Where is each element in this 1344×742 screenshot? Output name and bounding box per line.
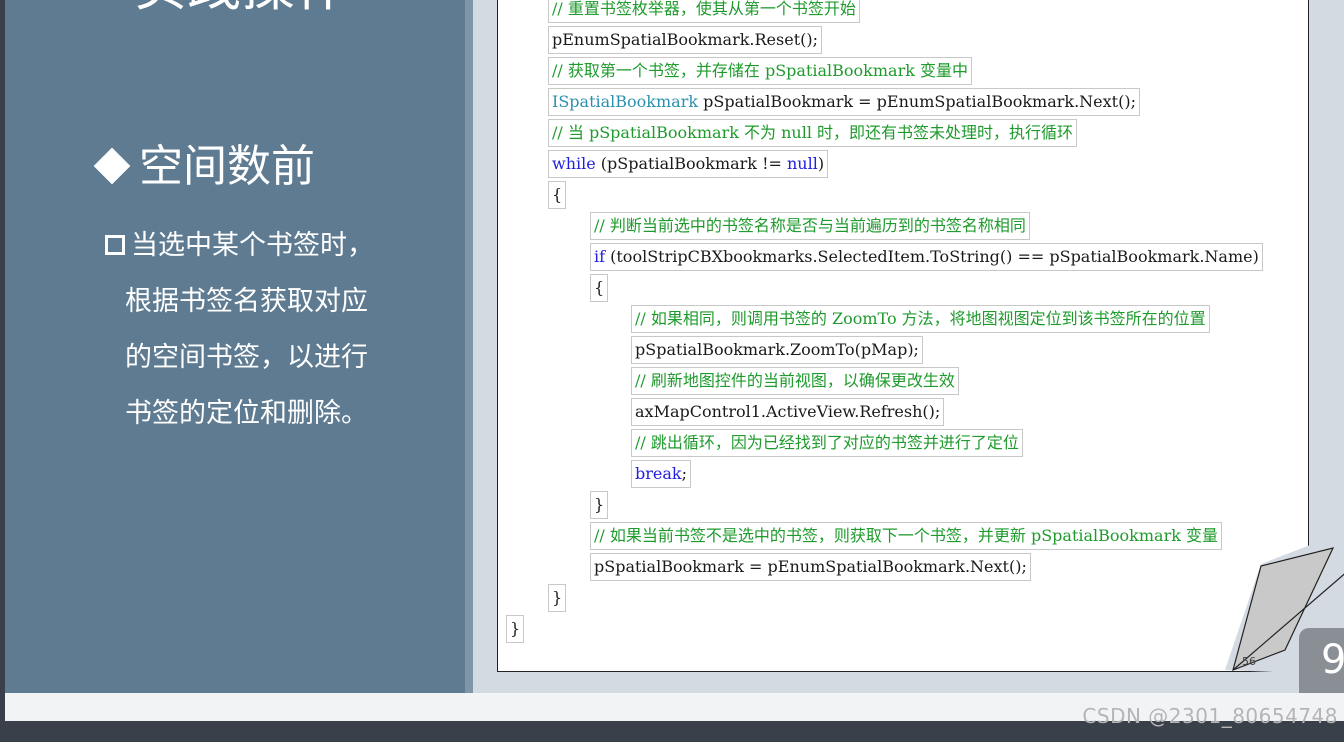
code-line-12: pSpatialBookmark.ZoomTo(pMap); — [631, 336, 923, 364]
code-line-2: pEnumSpatialBookmark.Reset(); — [548, 26, 823, 54]
code-line-7: { — [548, 181, 567, 209]
code-line-5: // 当 pSpatialBookmark 不为 null 时，即还有书签未处理… — [548, 119, 1078, 147]
section-heading-text: 空间数前 — [139, 141, 315, 192]
code-line-10: { — [590, 274, 609, 302]
code-line-14: axMapControl1.ActiveView.Refresh(); — [631, 398, 945, 426]
code-line-16: break; — [631, 460, 691, 488]
panel-edge — [465, 0, 473, 693]
body-line-4: 书签的定位和删除。 — [125, 398, 368, 429]
diamond-bullet-icon — [93, 147, 131, 185]
watermark: CSDN @2301_80654748 — [1082, 704, 1338, 728]
code-line-11: // 如果相同，则调用书签的 ZoomTo 方法，将地图视图定位到该书签所在的位… — [631, 305, 1210, 333]
section-heading: 空间数前 — [87, 140, 315, 194]
slide-number-badge: 9 — [1299, 628, 1344, 698]
code-line-3: // 获取第一个书签，并存储在 pSpatialBookmark 变量中 — [548, 57, 973, 85]
code-line-18: // 如果当前书签不是选中的书签，则获取下一个书签，并更新 pSpatialBo… — [590, 522, 1223, 550]
left-panel: 实践操作 空间数前 当选中某个书签时， 根据书签名获取对应 的空间书签，以进行 … — [5, 0, 465, 693]
code-line-15: // 跳出循环，因为已经找到了对应的书签并进行了定位 — [631, 429, 1023, 457]
code-page: // 重置书签枚举器，使其从第一个书签开始 pEnumSpatialBookma… — [497, 0, 1309, 672]
slide-title: 实践操作 — [133, 0, 349, 14]
code-block: // 重置书签枚举器，使其从第一个书签开始 pEnumSpatialBookma… — [498, 0, 1308, 671]
code-line-1: // 重置书签枚举器，使其从第一个书签开始 — [548, 0, 860, 23]
code-line-13: // 刷新地图控件的当前视图，以确保更改生效 — [631, 367, 959, 395]
body-line-2: 根据书签名获取对应 — [125, 286, 368, 317]
slide: 实践操作 空间数前 当选中某个书签时， 根据书签名获取对应 的空间书签，以进行 … — [5, 0, 1344, 693]
body-line-1: 当选中某个书签时， — [105, 218, 425, 274]
code-line-19: pSpatialBookmark = pEnumSpatialBookmark.… — [590, 553, 1031, 581]
code-line-9: if (toolStripCBXbookmarks.SelectedItem.T… — [590, 243, 1263, 271]
body-line-3: 的空间书签，以进行 — [125, 342, 368, 373]
code-line-17: } — [590, 491, 609, 519]
code-line-4: ISpatialBookmark pSpatialBookmark = pEnu… — [548, 88, 1140, 116]
code-line-8: // 判断当前选中的书签名称是否与当前遍历到的书签名称相同 — [590, 212, 1030, 240]
code-line-20: } — [548, 584, 567, 612]
code-line-6: while (pSpatialBookmark != null) — [548, 150, 829, 178]
body-text: 当选中某个书签时， 根据书签名获取对应 的空间书签，以进行 书签的定位和删除。 — [105, 218, 425, 442]
square-bullet-icon — [105, 234, 125, 255]
code-line-21: } — [506, 615, 525, 643]
page-number: 56 — [1242, 655, 1256, 668]
